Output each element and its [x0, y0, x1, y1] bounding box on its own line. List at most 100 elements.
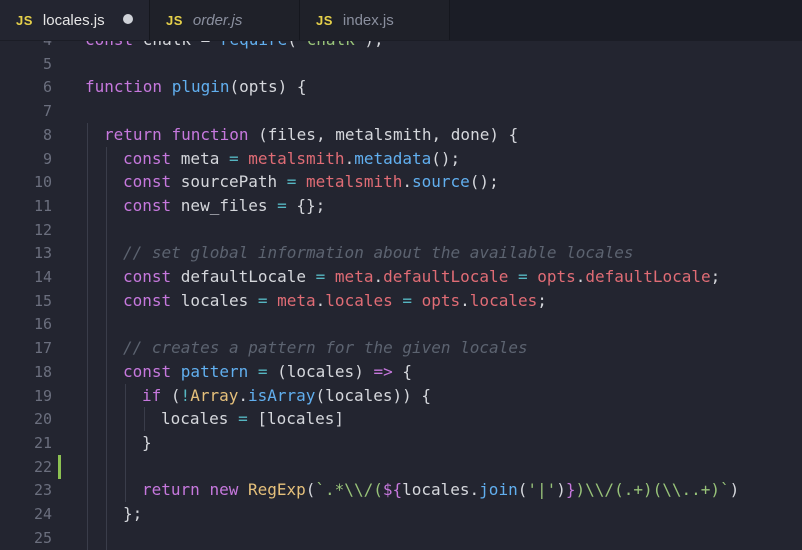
code-line[interactable]: 19 if (!Array.isArray(locales)) { — [0, 383, 802, 408]
indent-guide — [144, 407, 145, 432]
indent-guide — [106, 359, 107, 384]
code-token: = — [238, 409, 258, 429]
javascript-file-icon: JS — [316, 12, 333, 28]
line-number: 23 — [33, 481, 52, 500]
code-line[interactable]: 23 return new RegExp(`.*\\/(${locales.joi… — [0, 478, 802, 503]
code-token: defaultLocale — [180, 267, 316, 286]
code-token: => — [373, 361, 403, 381]
code-text: } — [142, 431, 152, 455]
indent-guide — [106, 336, 107, 361]
code-line[interactable]: 11 const new_files = {}; — [0, 193, 802, 218]
code-token: const — [123, 172, 181, 192]
code-text: // set global information about the avai… — [123, 241, 634, 265]
code-token: = — [257, 361, 278, 381]
tab-index-js[interactable]: JS index.js — [300, 0, 450, 40]
code-line[interactable]: 17 // creates a pattern for the given loc… — [0, 336, 802, 361]
code-line[interactable]: 21} — [0, 430, 802, 455]
indent-guide — [87, 525, 88, 550]
code-token: const — [123, 195, 181, 215]
code-line[interactable]: 20 locales = [locales] — [0, 407, 802, 432]
code-text: return function (files, metalsmith, done… — [104, 123, 518, 147]
code-token: const — [123, 148, 181, 168]
code-token: const — [123, 267, 181, 286]
code-token: = — [286, 172, 307, 192]
code-token: (opts) { — [229, 77, 307, 97]
code-token: `.*\\/( — [315, 480, 383, 500]
git-modified-marker — [58, 454, 61, 479]
code-line[interactable]: 13 // set global information about the av… — [0, 241, 802, 266]
tab-order-js[interactable]: JS order.js — [150, 0, 300, 40]
unsaved-changes-dot-icon[interactable] — [123, 14, 133, 24]
code-line[interactable]: 9 const meta = metalsmith.metadata(); — [0, 146, 802, 171]
indent-guide — [87, 454, 88, 479]
code-token: RegExp — [247, 480, 306, 500]
code-line[interactable]: 14 const defaultLocale = meta.defaultLoca… — [0, 265, 802, 289]
code-editor[interactable]: 4const chalk = require('chalk');56functi… — [0, 0, 802, 550]
indent-guide — [87, 288, 88, 313]
code-token: return — [104, 124, 172, 144]
code-token: (); — [469, 172, 499, 192]
code-token: meta — [277, 290, 316, 310]
indent-guide — [87, 407, 88, 432]
indent-guide — [87, 265, 88, 289]
line-number: 10 — [33, 173, 52, 192]
code-token: (locales) — [277, 361, 374, 381]
line-number: 17 — [33, 339, 52, 358]
indent-guide — [87, 502, 88, 526]
javascript-file-icon: JS — [166, 12, 183, 28]
code-token: locales — [161, 409, 239, 429]
code-token: locales — [180, 290, 258, 310]
code-token: ) — [556, 480, 566, 500]
code-line[interactable]: 12 — [0, 217, 802, 242]
indent-guide — [87, 170, 88, 195]
code-token: metalsmith — [248, 148, 345, 168]
code-token: ( — [305, 480, 316, 500]
code-line[interactable]: 8 return function (files, metalsmith, don… — [0, 122, 802, 147]
code-line[interactable]: 18 const pattern = (locales) => { — [0, 359, 802, 384]
code-token: ${ — [382, 480, 403, 500]
code-line[interactable]: 6 function plugin(opts) { — [0, 75, 802, 99]
indent-guide — [87, 146, 88, 171]
code-line[interactable]: 24}; — [0, 502, 802, 526]
code-token: locales — [469, 290, 538, 310]
code-text: const sourcePath = metalsmith.source(); — [123, 170, 499, 194]
code-text: const meta = metalsmith.metadata(); — [123, 147, 460, 171]
code-token: locales. — [402, 480, 480, 500]
tab-label: locales.js — [42, 11, 105, 29]
indent-guide — [87, 122, 88, 147]
code-token: const — [123, 290, 181, 310]
code-line[interactable]: 7 — [0, 99, 802, 123]
indent-guide — [87, 359, 88, 384]
line-number: 20 — [33, 410, 52, 429]
code-token: } — [565, 480, 576, 500]
code-line[interactable]: 22 — [0, 454, 802, 479]
code-token: (files, metalsmith, done) { — [258, 124, 519, 144]
code-line[interactable]: 15 const locales = meta.locales = opts.lo… — [0, 288, 802, 313]
code-token: ( — [517, 480, 528, 500]
code-token: '|' — [527, 480, 557, 500]
code-token: plugin — [171, 77, 230, 97]
line-number: 7 — [42, 102, 52, 121]
tab-bar: JS locales.js JS order.js JS index.js — [0, 0, 802, 41]
code-text: }; — [123, 502, 142, 526]
line-number: 25 — [33, 528, 52, 547]
indent-guide — [106, 217, 107, 242]
line-number: 24 — [33, 505, 52, 523]
code-token: new — [209, 480, 248, 500]
indent-guide — [125, 383, 126, 408]
line-number: 9 — [42, 149, 52, 168]
indent-guide — [125, 478, 126, 503]
code-token: = — [257, 290, 278, 310]
indent-guide — [87, 430, 88, 455]
line-number: 16 — [33, 315, 52, 334]
code-token: join — [479, 480, 518, 500]
code-line[interactable]: 25 — [0, 525, 802, 550]
code-line[interactable]: 16 — [0, 312, 802, 337]
indent-guide — [87, 478, 88, 503]
code-token: [locales] — [257, 409, 345, 429]
line-number: 13 — [33, 244, 52, 263]
code-line[interactable]: 5 — [0, 52, 802, 76]
tab-locales-js[interactable]: JS locales.js — [0, 0, 150, 40]
javascript-file-icon: JS — [16, 12, 33, 28]
code-line[interactable]: 10 const sourcePath = metalsmith.source()… — [0, 170, 802, 195]
